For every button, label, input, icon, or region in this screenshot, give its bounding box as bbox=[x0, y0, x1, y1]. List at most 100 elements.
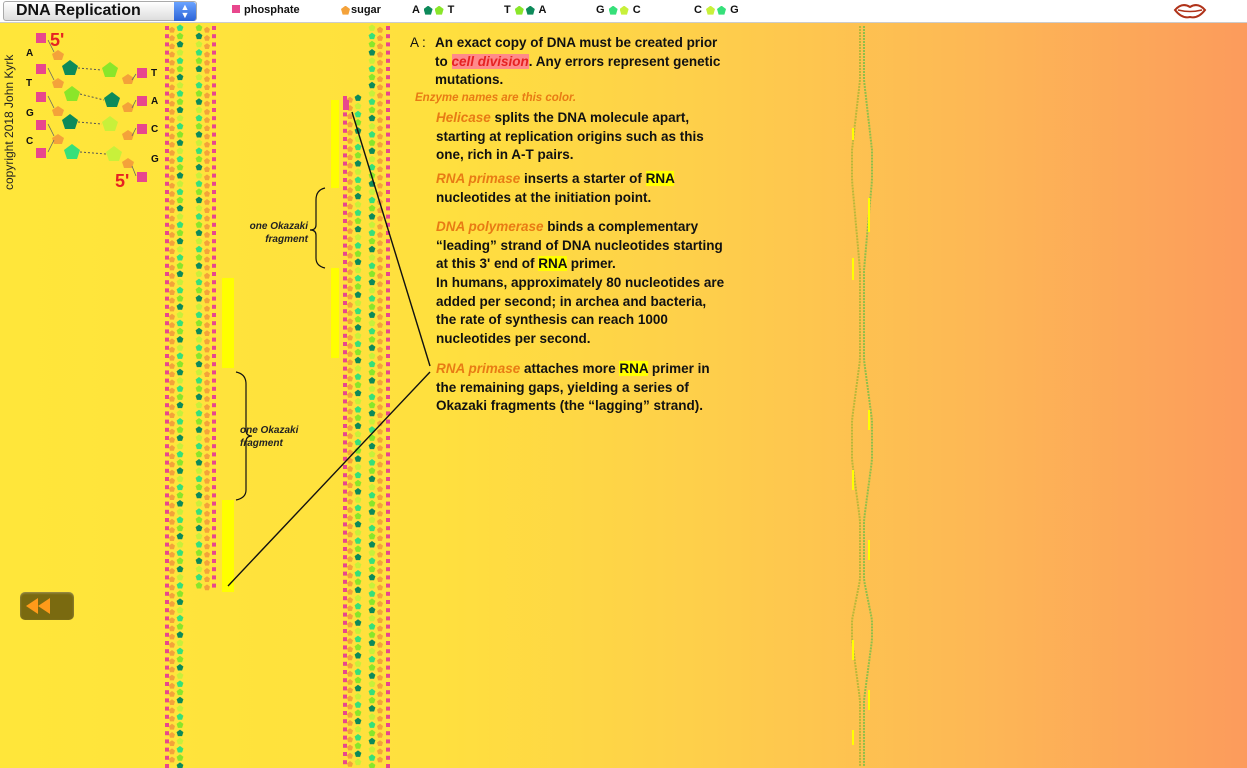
sugar-mark bbox=[169, 313, 175, 320]
base-mark bbox=[368, 32, 376, 40]
phosphate-mark bbox=[386, 304, 390, 309]
base-mark bbox=[368, 467, 376, 474]
base-mark bbox=[176, 336, 184, 343]
phosphate-mark bbox=[212, 247, 216, 252]
phosphate-mark bbox=[212, 116, 216, 121]
phosphate-mark bbox=[165, 501, 169, 506]
phosphate-mark bbox=[165, 665, 169, 670]
base-mark bbox=[195, 139, 203, 146]
sugar-mark bbox=[169, 256, 175, 263]
sugar-mark bbox=[347, 408, 353, 415]
base-mark bbox=[368, 204, 376, 212]
phosphate-mark bbox=[343, 694, 347, 699]
base-mark bbox=[195, 163, 203, 171]
phosphate-mark bbox=[212, 222, 216, 227]
sugar-mark bbox=[204, 346, 210, 353]
base-mark bbox=[195, 573, 203, 581]
sugar-mark bbox=[377, 436, 383, 443]
base-mark bbox=[354, 348, 362, 356]
phosphate-mark bbox=[212, 395, 216, 399]
sugar-mark bbox=[169, 199, 175, 205]
base-mark bbox=[354, 561, 362, 569]
phosphate-mark bbox=[165, 673, 169, 678]
phosphate-mark bbox=[165, 378, 169, 383]
base-mark bbox=[354, 414, 362, 421]
sugar-mark bbox=[169, 379, 175, 386]
sugar-mark bbox=[204, 100, 210, 107]
base-mark bbox=[354, 356, 362, 364]
phosphate-mark bbox=[343, 292, 347, 297]
phosphate-mark bbox=[212, 67, 216, 71]
base-mark bbox=[176, 549, 184, 556]
phosphate-mark bbox=[343, 637, 347, 642]
base-mark bbox=[176, 762, 184, 768]
base-mark bbox=[368, 336, 376, 343]
phosphate-mark bbox=[165, 682, 169, 686]
phosphate-mark bbox=[386, 723, 390, 727]
phosphate-mark bbox=[165, 403, 169, 408]
phosphate-mark bbox=[212, 304, 216, 309]
phosphate-mark bbox=[343, 317, 347, 322]
base-mark bbox=[176, 746, 184, 753]
base-mark bbox=[176, 106, 184, 113]
sugar-mark bbox=[204, 436, 210, 443]
base-mark bbox=[176, 442, 184, 450]
base-mark bbox=[354, 463, 362, 470]
base-mark bbox=[195, 557, 203, 564]
sugar-mark bbox=[169, 748, 175, 755]
sugar-mark bbox=[377, 387, 383, 394]
rewind-button[interactable] bbox=[20, 592, 74, 620]
base-mark bbox=[176, 139, 184, 146]
phosphate-mark bbox=[386, 747, 390, 752]
phosphate-mark bbox=[343, 137, 347, 141]
phosphate-mark bbox=[386, 485, 390, 490]
base-mark bbox=[354, 693, 362, 700]
base-mark bbox=[368, 409, 376, 417]
base-mark bbox=[354, 315, 362, 323]
phosphate-mark bbox=[386, 362, 390, 367]
phosphate-mark bbox=[212, 99, 216, 104]
phosphate-mark bbox=[343, 383, 347, 387]
base-mark bbox=[354, 242, 362, 249]
sugar-mark bbox=[204, 256, 210, 263]
base-mark bbox=[176, 90, 184, 97]
phosphate-mark bbox=[165, 518, 169, 522]
base-mark bbox=[368, 582, 376, 589]
base-mark bbox=[368, 688, 376, 696]
step-label: A : bbox=[410, 35, 426, 50]
phosphate-mark bbox=[343, 333, 347, 338]
sugar-mark bbox=[347, 744, 353, 751]
phosphate-mark bbox=[212, 132, 216, 137]
sugar-mark bbox=[347, 269, 353, 275]
phosphate-mark bbox=[212, 58, 216, 63]
phosphate-mark bbox=[386, 542, 390, 547]
sugar-mark bbox=[377, 568, 383, 574]
base-mark bbox=[195, 73, 203, 81]
sugar-mark bbox=[347, 219, 353, 226]
base-mark bbox=[176, 737, 184, 745]
sugar-mark bbox=[169, 445, 175, 451]
phosphate-mark bbox=[343, 169, 347, 174]
base-mark bbox=[354, 701, 362, 708]
rna-highlight: RNA bbox=[538, 256, 567, 271]
base-mark bbox=[368, 196, 376, 204]
sugar-mark bbox=[169, 322, 175, 328]
sugar-mark bbox=[169, 59, 175, 66]
sugar-mark bbox=[169, 592, 175, 599]
base-mark bbox=[176, 229, 184, 236]
base-mark bbox=[368, 401, 376, 409]
sugar-mark bbox=[347, 310, 353, 316]
phosphate-mark bbox=[386, 468, 390, 473]
phosphate-mark bbox=[165, 395, 169, 399]
sugar-mark bbox=[377, 691, 383, 697]
sugar-mark bbox=[377, 625, 383, 632]
phosphate-mark bbox=[212, 403, 216, 408]
phosphate-mark bbox=[386, 83, 390, 88]
phosphate-mark bbox=[386, 370, 390, 375]
phosphate-mark bbox=[165, 362, 169, 367]
base-mark bbox=[195, 483, 203, 491]
phosphate-mark bbox=[343, 735, 347, 740]
phosphate-mark bbox=[165, 723, 169, 727]
sugar-mark bbox=[169, 559, 175, 566]
phosphate-mark bbox=[165, 255, 169, 260]
